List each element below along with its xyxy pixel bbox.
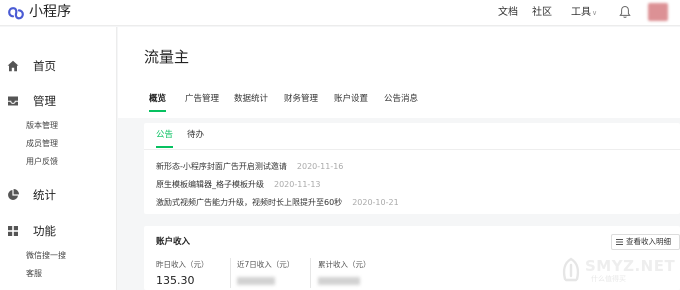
list-item[interactable]: 原生模板编辑器_格子模板升级 2020-11-13 bbox=[156, 179, 321, 190]
notice-date: 2020-11-16 bbox=[296, 162, 344, 171]
tab-finance-management[interactable]: 财务管理 bbox=[284, 94, 318, 105]
tab-announcements[interactable]: 公告消息 bbox=[384, 94, 418, 105]
tools-menu[interactable]: 工具∨ bbox=[571, 6, 597, 20]
sidebar-item-statistics[interactable]: 统计 bbox=[7, 188, 56, 202]
sidebar-item-user-feedback[interactable]: 用户反馈 bbox=[26, 157, 58, 167]
page-title: 流量主 bbox=[144, 48, 190, 66]
notice-title: 原生模板编辑器_格子模板升级 bbox=[156, 180, 264, 189]
divider bbox=[144, 149, 680, 150]
home-icon bbox=[7, 60, 19, 72]
top-bar: 小程序 文档 社区 工具∨ bbox=[0, 0, 680, 26]
sidebar-item-label: 功能 bbox=[33, 224, 56, 238]
sidebar-item-member-management[interactable]: 成员管理 bbox=[26, 139, 58, 149]
watermark-subtext: 什么值得买 bbox=[591, 275, 626, 283]
list-item[interactable]: 激励式视频广告能力升级，视频时长上限提升至60秒 2020-10-21 bbox=[156, 197, 399, 208]
divider bbox=[310, 258, 311, 288]
view-income-details-label: 查看收入明细 bbox=[626, 237, 671, 246]
main-content: 流量主 概览 广告管理 数据统计 财务管理 账户设置 公告消息 公告 待办 新形… bbox=[118, 27, 680, 290]
list-icon bbox=[616, 239, 623, 245]
watermark-logo-icon bbox=[562, 257, 580, 282]
notice-date: 2020-10-21 bbox=[352, 198, 399, 207]
sidebar-item-wechat-search[interactable]: 微信搜一搜 bbox=[26, 251, 66, 261]
bell-icon[interactable] bbox=[619, 5, 631, 19]
watermark-text: SMYZ.NET bbox=[585, 257, 676, 275]
notice-date: 2020-11-13 bbox=[274, 180, 321, 189]
yesterday-income-value: 135.30 bbox=[156, 274, 195, 287]
tab-data-statistics[interactable]: 数据统计 bbox=[234, 94, 268, 105]
sidebar-item-home[interactable]: 首页 bbox=[7, 59, 56, 73]
tab-account-settings[interactable]: 账户设置 bbox=[334, 94, 368, 105]
list-item[interactable]: 新形态-小程序封面广告开启测试邀请 2020-11-16 bbox=[156, 161, 343, 172]
tab-todos[interactable]: 待办 bbox=[187, 130, 204, 141]
chevron-down-icon: ∨ bbox=[592, 9, 598, 17]
seven-day-income-label: 近7日收入（元） bbox=[237, 260, 295, 269]
tab-ad-management[interactable]: 广告管理 bbox=[185, 94, 219, 105]
docs-link[interactable]: 文档 bbox=[498, 6, 518, 19]
total-income-value bbox=[318, 277, 360, 285]
community-link[interactable]: 社区 bbox=[532, 6, 552, 19]
pie-chart-icon bbox=[8, 189, 19, 200]
view-income-details-button[interactable]: 查看收入明细 bbox=[611, 234, 680, 250]
sidebar-item-manage[interactable]: 管理 bbox=[7, 94, 56, 108]
seven-day-income-value bbox=[237, 277, 275, 285]
sidebar-item-label: 管理 bbox=[33, 94, 56, 108]
sidebar-item-customer-service[interactable]: 客服 bbox=[26, 269, 42, 279]
sidebar-item-version-management[interactable]: 版本管理 bbox=[26, 121, 58, 131]
inbox-icon bbox=[8, 96, 18, 106]
tools-menu-label: 工具 bbox=[571, 7, 591, 18]
mini-program-logo-icon[interactable] bbox=[7, 5, 25, 21]
grid-icon bbox=[8, 226, 18, 236]
total-income-label: 累计收入（元） bbox=[318, 260, 371, 269]
sidebar: 首页 管理 版本管理 成员管理 用户反馈 统计 功能 微信搜一搜 客服 bbox=[0, 27, 117, 290]
sidebar-item-label: 首页 bbox=[33, 59, 56, 73]
sidebar-item-features[interactable]: 功能 bbox=[7, 224, 56, 238]
page-header: 流量主 概览 广告管理 数据统计 财务管理 账户设置 公告消息 bbox=[118, 27, 680, 118]
tab-notices[interactable]: 公告 bbox=[156, 130, 174, 148]
yesterday-income-label: 昨日收入（元） bbox=[156, 260, 209, 269]
notice-card: 公告 待办 新形态-小程序封面广告开启测试邀请 2020-11-16 原生模板编辑… bbox=[144, 123, 680, 214]
notice-title: 激励式视频广告能力升级，视频时长上限提升至60秒 bbox=[156, 198, 343, 207]
income-title: 账户收入 bbox=[156, 237, 191, 247]
watermark: SMYZ.NET 什么值得买 bbox=[553, 253, 680, 290]
avatar[interactable] bbox=[648, 3, 668, 21]
app-name: 小程序 bbox=[29, 4, 71, 20]
divider bbox=[230, 258, 231, 288]
sidebar-item-label: 统计 bbox=[33, 188, 56, 202]
tab-overview[interactable]: 概览 bbox=[149, 94, 167, 112]
notice-title: 新形态-小程序封面广告开启测试邀请 bbox=[156, 162, 287, 171]
